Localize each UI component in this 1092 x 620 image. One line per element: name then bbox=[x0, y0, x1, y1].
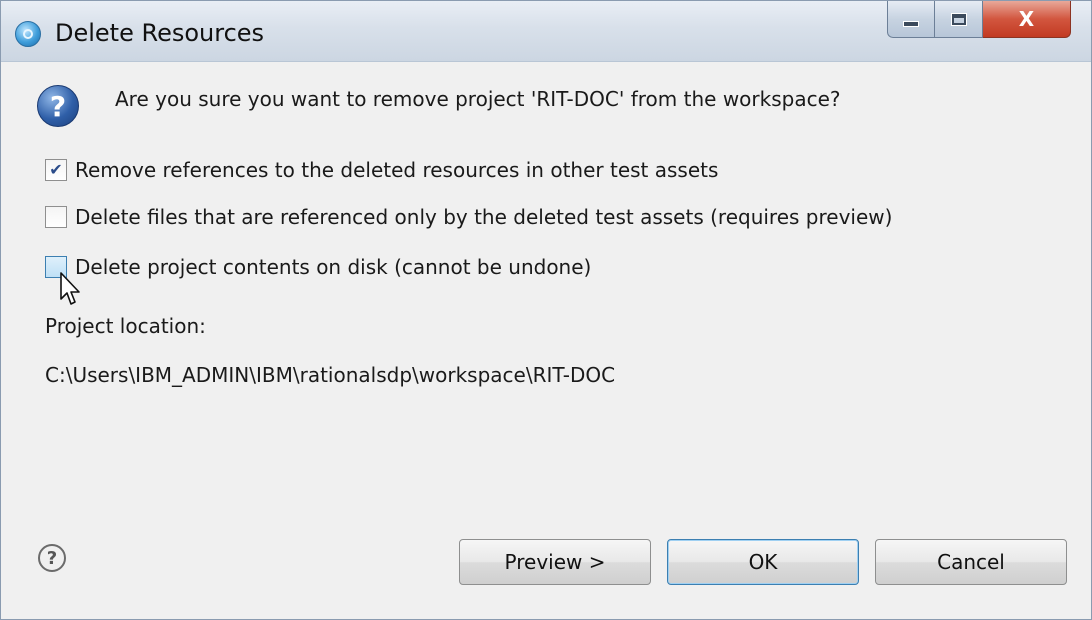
preview-button[interactable]: Preview > bbox=[459, 539, 651, 585]
option-label: Delete files that are referenced only by… bbox=[75, 205, 893, 229]
question-icon: ? bbox=[37, 85, 79, 127]
title-bar[interactable]: Delete Resources X bbox=[1, 1, 1091, 62]
option-label: Remove references to the deleted resourc… bbox=[75, 158, 719, 182]
mouse-pointer-icon bbox=[60, 272, 80, 305]
delete-resources-dialog: Delete Resources X ? Are you sure you wa… bbox=[0, 0, 1092, 620]
option-delete-contents-on-disk[interactable]: Delete project contents on disk (cannot … bbox=[45, 255, 591, 279]
option-delete-referenced-files[interactable]: Delete files that are referenced only by… bbox=[45, 205, 892, 229]
close-button[interactable]: X bbox=[983, 1, 1071, 38]
option-remove-references[interactable]: ✔ Remove references to the deleted resou… bbox=[45, 158, 718, 182]
close-icon: X bbox=[1018, 7, 1035, 31]
minimize-button[interactable] bbox=[887, 1, 935, 38]
help-icon[interactable]: ? bbox=[38, 544, 66, 572]
cancel-button[interactable]: Cancel bbox=[875, 539, 1067, 585]
remove-references-checkbox[interactable]: ✔ bbox=[45, 159, 67, 181]
option-label: Delete project contents on disk (cannot … bbox=[75, 255, 592, 279]
ok-button[interactable]: OK bbox=[667, 539, 859, 585]
project-location-label: Project location: bbox=[45, 314, 206, 338]
window-title: Delete Resources bbox=[55, 19, 265, 47]
project-location-path: C:\Users\IBM_ADMIN\IBM\rationalsdp\works… bbox=[45, 363, 616, 387]
confirmation-message: Are you sure you want to remove project … bbox=[115, 87, 841, 111]
delete-referenced-files-checkbox[interactable] bbox=[45, 206, 67, 228]
maximize-button[interactable] bbox=[935, 1, 983, 38]
eclipse-app-icon bbox=[15, 21, 41, 47]
minimize-icon bbox=[903, 21, 919, 27]
maximize-icon bbox=[950, 12, 967, 26]
window-controls: X bbox=[887, 1, 1071, 39]
checkmark-icon: ✔ bbox=[49, 160, 63, 179]
